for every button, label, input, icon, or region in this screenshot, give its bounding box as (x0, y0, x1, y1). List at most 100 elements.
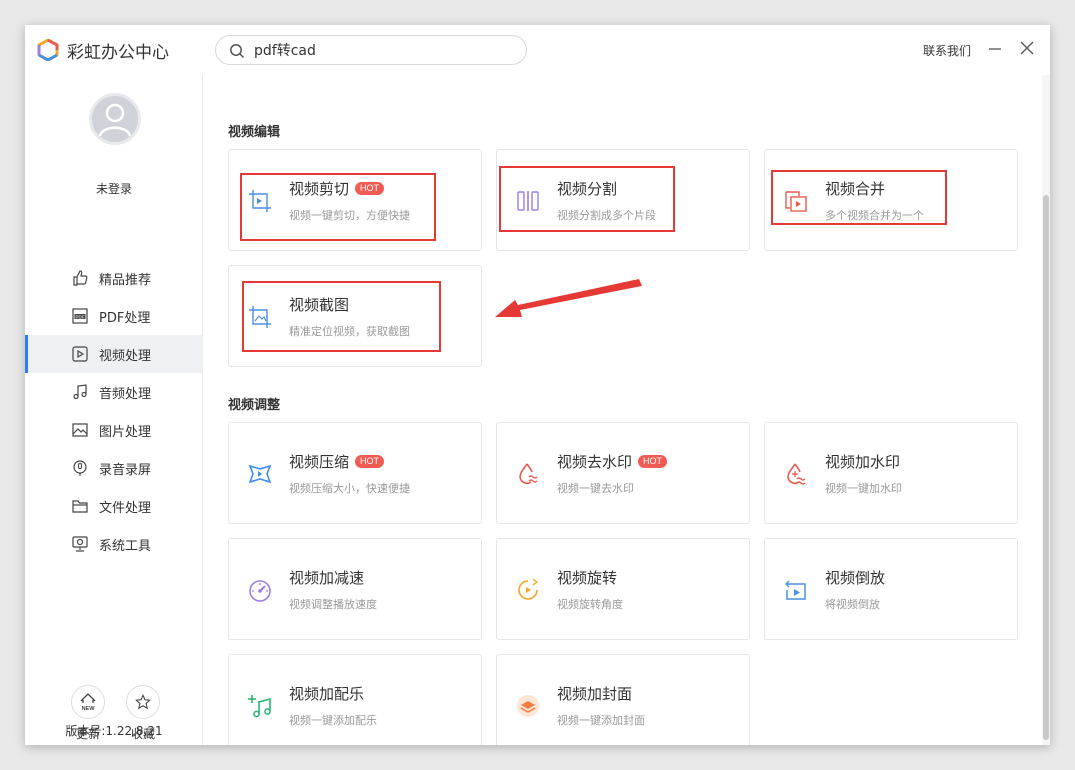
sidebar-item-label: 系统工具 (99, 538, 152, 554)
card-desc: 视频一键添加封面 (557, 714, 645, 727)
sidebar-item-label: 视频处理 (99, 348, 152, 364)
rainbow-logo-icon (37, 39, 59, 61)
sidebar-item-audio[interactable]: 音频处理 (25, 373, 203, 411)
card-title: 视频分割 (557, 180, 618, 198)
svg-text:PDF: PDF (76, 314, 85, 319)
video-compress-icon (248, 464, 272, 484)
scrollbar-thumb[interactable] (1043, 195, 1049, 740)
card-video-rotate[interactable]: 视频旋转 视频旋转角度 (496, 538, 750, 640)
sidebar-item-label: 精品推荐 (99, 272, 152, 288)
card-desc: 多个视频合并为一个 (825, 209, 924, 222)
microphone-icon (73, 460, 87, 476)
section-title-video-edit: 视频编辑 (228, 125, 281, 140)
sidebar: 未登录 精品推荐 PDF PDF处理 视频处理 音频处理 图片处理 录音录屏 文… (25, 75, 203, 745)
close-icon[interactable] (1020, 41, 1034, 55)
card-add-music[interactable]: 视频加配乐 视频一键添加配乐 (228, 654, 482, 745)
sidebar-item-record[interactable]: 录音录屏 (25, 449, 203, 487)
avatar[interactable] (89, 93, 141, 145)
video-merge-icon (785, 191, 807, 212)
card-title: 视频加封面 (557, 685, 633, 703)
card-video-cut[interactable]: 视频剪切 HOT 视频一键剪切，方便快捷 (228, 149, 482, 251)
login-status[interactable]: 未登录 (25, 180, 203, 197)
user-avatar-icon (98, 103, 132, 137)
folder-icon (72, 500, 88, 513)
app-window: 彩虹办公中心 联系我们 未登录 精品 (25, 25, 1050, 745)
video-crop-icon (249, 190, 271, 212)
music-note-icon (73, 384, 87, 400)
sidebar-nav: 精品推荐 PDF PDF处理 视频处理 音频处理 图片处理 录音录屏 文件处理 … (25, 259, 203, 563)
sidebar-item-video[interactable]: 视频处理 (25, 335, 203, 373)
hot-badge: HOT (355, 455, 385, 468)
card-desc: 视频旋转角度 (557, 598, 623, 611)
sidebar-item-label: 音频处理 (99, 386, 152, 402)
image-icon (72, 423, 88, 437)
card-desc: 将视频倒放 (825, 598, 880, 611)
sidebar-item-recommend[interactable]: 精品推荐 (25, 259, 203, 297)
card-video-split[interactable]: 视频分割 视频分割成多个片段 (496, 149, 750, 251)
card-desc: 视频一键去水印 (557, 482, 634, 495)
hot-badge: HOT (355, 182, 385, 195)
sidebar-item-label: 图片处理 (99, 424, 152, 440)
sidebar-item-label: PDF处理 (99, 310, 151, 326)
card-title: 视频加水印 (825, 453, 901, 471)
card-video-merge[interactable]: 视频合并 多个视频合并为一个 (764, 149, 1018, 251)
card-desc: 精准定位视频，获取截图 (289, 325, 410, 338)
card-video-speed[interactable]: 视频加减速 视频调整播放速度 (228, 538, 482, 640)
app-title: 彩虹办公中心 (67, 43, 169, 63)
card-title: 视频倒放 (825, 569, 886, 587)
video-play-icon (72, 346, 88, 362)
reverse-play-icon (785, 580, 806, 600)
card-desc: 视频调整播放速度 (289, 598, 377, 611)
card-title: 视频合并 (825, 180, 886, 198)
search-box[interactable] (215, 35, 527, 65)
card-video-compress[interactable]: 视频压缩 HOT 视频压缩大小，快速便捷 (228, 422, 482, 524)
scrollbar-track[interactable] (1042, 75, 1050, 745)
add-music-icon (248, 695, 271, 718)
add-cover-icon (517, 695, 539, 717)
remove-watermark-icon (519, 463, 538, 485)
star-icon (135, 694, 151, 710)
video-split-icon (517, 191, 539, 211)
card-desc: 视频压缩大小，快速便捷 (289, 482, 410, 495)
sidebar-item-label: 录音录屏 (99, 462, 152, 478)
main-content: 视频编辑 视频剪切 HOT 视频一键剪切，方便快捷 视频分割 视频分割成多个片段 … (204, 75, 1050, 745)
video-screenshot-icon (249, 306, 271, 328)
new-badge: NEW (82, 706, 96, 712)
card-desc: 视频一键加水印 (825, 482, 902, 495)
card-add-watermark[interactable]: 视频加水印 视频一键加水印 (764, 422, 1018, 524)
contact-us-link[interactable]: 联系我们 (923, 42, 971, 59)
version-text: 版本号:1.22.8.21 (65, 724, 163, 738)
card-add-cover[interactable]: 视频加封面 视频一键添加封面 (496, 654, 750, 745)
card-title: 视频加减速 (289, 569, 365, 587)
add-watermark-icon (787, 463, 806, 485)
rotate-icon (518, 578, 539, 600)
card-title: 视频压缩 (289, 453, 350, 471)
search-icon (230, 44, 245, 59)
search-input[interactable] (254, 40, 514, 60)
card-desc: 视频分割成多个片段 (557, 209, 656, 222)
sidebar-item-pdf[interactable]: PDF PDF处理 (25, 297, 203, 335)
system-tool-icon (72, 536, 88, 552)
card-title: 视频剪切 (289, 180, 350, 198)
card-title: 视频旋转 (557, 569, 618, 587)
card-title: 视频截图 (289, 296, 350, 314)
card-remove-watermark[interactable]: 视频去水印 HOT 视频一键去水印 (496, 422, 750, 524)
minimize-icon[interactable] (987, 40, 1003, 56)
sidebar-item-label: 文件处理 (99, 500, 152, 516)
card-video-screenshot[interactable]: 视频截图 精准定位视频，获取截图 (228, 265, 482, 367)
update-new-icon: NEW (80, 693, 96, 712)
speedometer-icon (249, 580, 271, 602)
annotation-arrow (495, 279, 642, 317)
card-video-reverse[interactable]: 视频倒放 将视频倒放 (764, 538, 1018, 640)
title-bar: 彩虹办公中心 联系我们 (25, 25, 1050, 75)
sidebar-item-system[interactable]: 系统工具 (25, 525, 203, 563)
card-title: 视频加配乐 (289, 685, 365, 703)
pdf-icon: PDF (72, 308, 88, 324)
card-desc: 视频一键添加配乐 (289, 714, 377, 727)
card-desc: 视频一键剪切，方便快捷 (289, 209, 410, 222)
section-title-video-adjust: 视频调整 (228, 398, 281, 413)
sidebar-item-image[interactable]: 图片处理 (25, 411, 203, 449)
thumbs-up-icon (73, 270, 88, 286)
sidebar-item-file[interactable]: 文件处理 (25, 487, 203, 525)
hot-badge: HOT (638, 455, 668, 468)
